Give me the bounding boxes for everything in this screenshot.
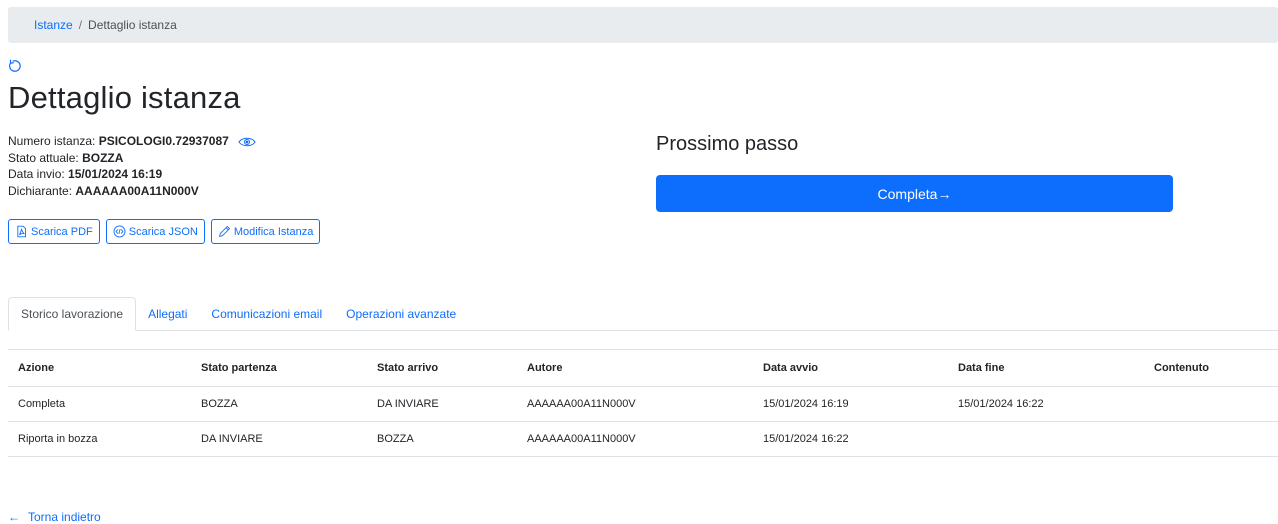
- stato-attuale-value: BOZZA: [82, 150, 124, 165]
- table-cell: Completa: [8, 386, 191, 422]
- table-cell: Riporta in bozza: [8, 421, 191, 457]
- table-cell: 15/01/2024 16:22: [753, 421, 948, 457]
- instance-info: Numero istanza: PSICOLOGI0.72937087 Stat…: [8, 133, 256, 199]
- table-cell: DA INVIARE: [367, 386, 517, 422]
- stato-attuale-label: Stato attuale:: [8, 150, 79, 165]
- pencil-icon: [218, 225, 230, 237]
- download-json-button[interactable]: Scarica JSON: [105, 219, 205, 244]
- column-header: Data fine: [948, 349, 1144, 387]
- tab-operazioni-avanzate[interactable]: Operazioni avanzate: [334, 297, 468, 330]
- instance-actions: Scarica PDF Scarica JSON Modifica Istanz…: [8, 219, 321, 244]
- code-icon: [113, 225, 126, 238]
- breadcrumb-link-istanze[interactable]: Istanze: [34, 18, 73, 32]
- table-cell: BOZZA: [191, 386, 367, 422]
- table-cell: DA INVIARE: [191, 421, 367, 457]
- page-title: Dettaglio istanza: [8, 80, 241, 115]
- table-cell: [948, 421, 1144, 457]
- stato-attuale-row: Stato attuale: BOZZA: [8, 150, 256, 167]
- table-cell: AAAAAA00A11N000V: [517, 421, 753, 457]
- table-row: Completa BOZZA DA INVIARE AAAAAA00A11N00…: [8, 386, 1278, 422]
- dichiarante-row: Dichiarante: AAAAAA00A11N000V: [8, 183, 256, 200]
- dichiarante-value: AAAAAA00A11N000V: [75, 183, 199, 198]
- table-cell: AAAAAA00A11N000V: [517, 386, 753, 422]
- table-cell: 15/01/2024 16:22: [948, 386, 1144, 422]
- column-header: Data avvio: [753, 349, 948, 387]
- column-header: Autore: [517, 349, 753, 387]
- complete-button[interactable]: Completa→: [656, 175, 1173, 212]
- pdf-file-icon: [17, 225, 27, 238]
- download-pdf-label: Scarica PDF: [31, 225, 93, 238]
- history-table: Azione Stato partenza Stato arrivo Autor…: [8, 349, 1278, 457]
- column-header: Contenuto: [1144, 349, 1278, 387]
- edit-instance-button[interactable]: Modifica Istanza: [210, 219, 321, 244]
- next-step-title: Prossimo passo: [656, 133, 799, 155]
- table-cell: [1144, 386, 1278, 422]
- numero-istanza-value: PSICOLOGI0.72937087: [98, 134, 229, 148]
- breadcrumb-current: Dettaglio istanza: [88, 18, 177, 32]
- breadcrumb-separator: /: [78, 18, 83, 32]
- breadcrumb: Istanze / Dettaglio istanza: [8, 7, 1278, 43]
- tab-bar: Storico lavorazione Allegati Comunicazio…: [8, 297, 1278, 331]
- tab-allegati[interactable]: Allegati: [136, 297, 199, 330]
- eye-icon[interactable]: [238, 136, 256, 148]
- numero-istanza-label: Numero istanza:: [8, 134, 96, 148]
- dichiarante-label: Dichiarante:: [8, 183, 73, 198]
- data-invio-label: Data invio:: [8, 167, 65, 181]
- edit-instance-label: Modifica Istanza: [233, 225, 314, 238]
- numero-istanza-row: Numero istanza: PSICOLOGI0.72937087: [8, 133, 256, 150]
- column-header: Stato partenza: [191, 349, 367, 387]
- tab-comunicazioni-email[interactable]: Comunicazioni email: [199, 297, 334, 330]
- column-header: Azione: [8, 349, 191, 387]
- download-json-label: Scarica JSON: [128, 225, 198, 238]
- data-invio-value: 15/01/2024 16:19: [68, 167, 163, 181]
- refresh-icon[interactable]: [8, 59, 22, 73]
- data-invio-row: Data invio: 15/01/2024 16:19: [8, 166, 256, 183]
- download-pdf-button[interactable]: Scarica PDF: [8, 219, 100, 244]
- table-header-row: Azione Stato partenza Stato arrivo Autor…: [8, 349, 1278, 387]
- table-row: Riporta in bozza DA INVIARE BOZZA AAAAAA…: [8, 421, 1278, 457]
- tab-storico-lavorazione[interactable]: Storico lavorazione: [8, 297, 137, 331]
- table-cell: BOZZA: [367, 421, 517, 457]
- column-header: Stato arrivo: [367, 349, 517, 387]
- table-cell: [1144, 421, 1278, 457]
- table-cell: 15/01/2024 16:19: [753, 386, 948, 422]
